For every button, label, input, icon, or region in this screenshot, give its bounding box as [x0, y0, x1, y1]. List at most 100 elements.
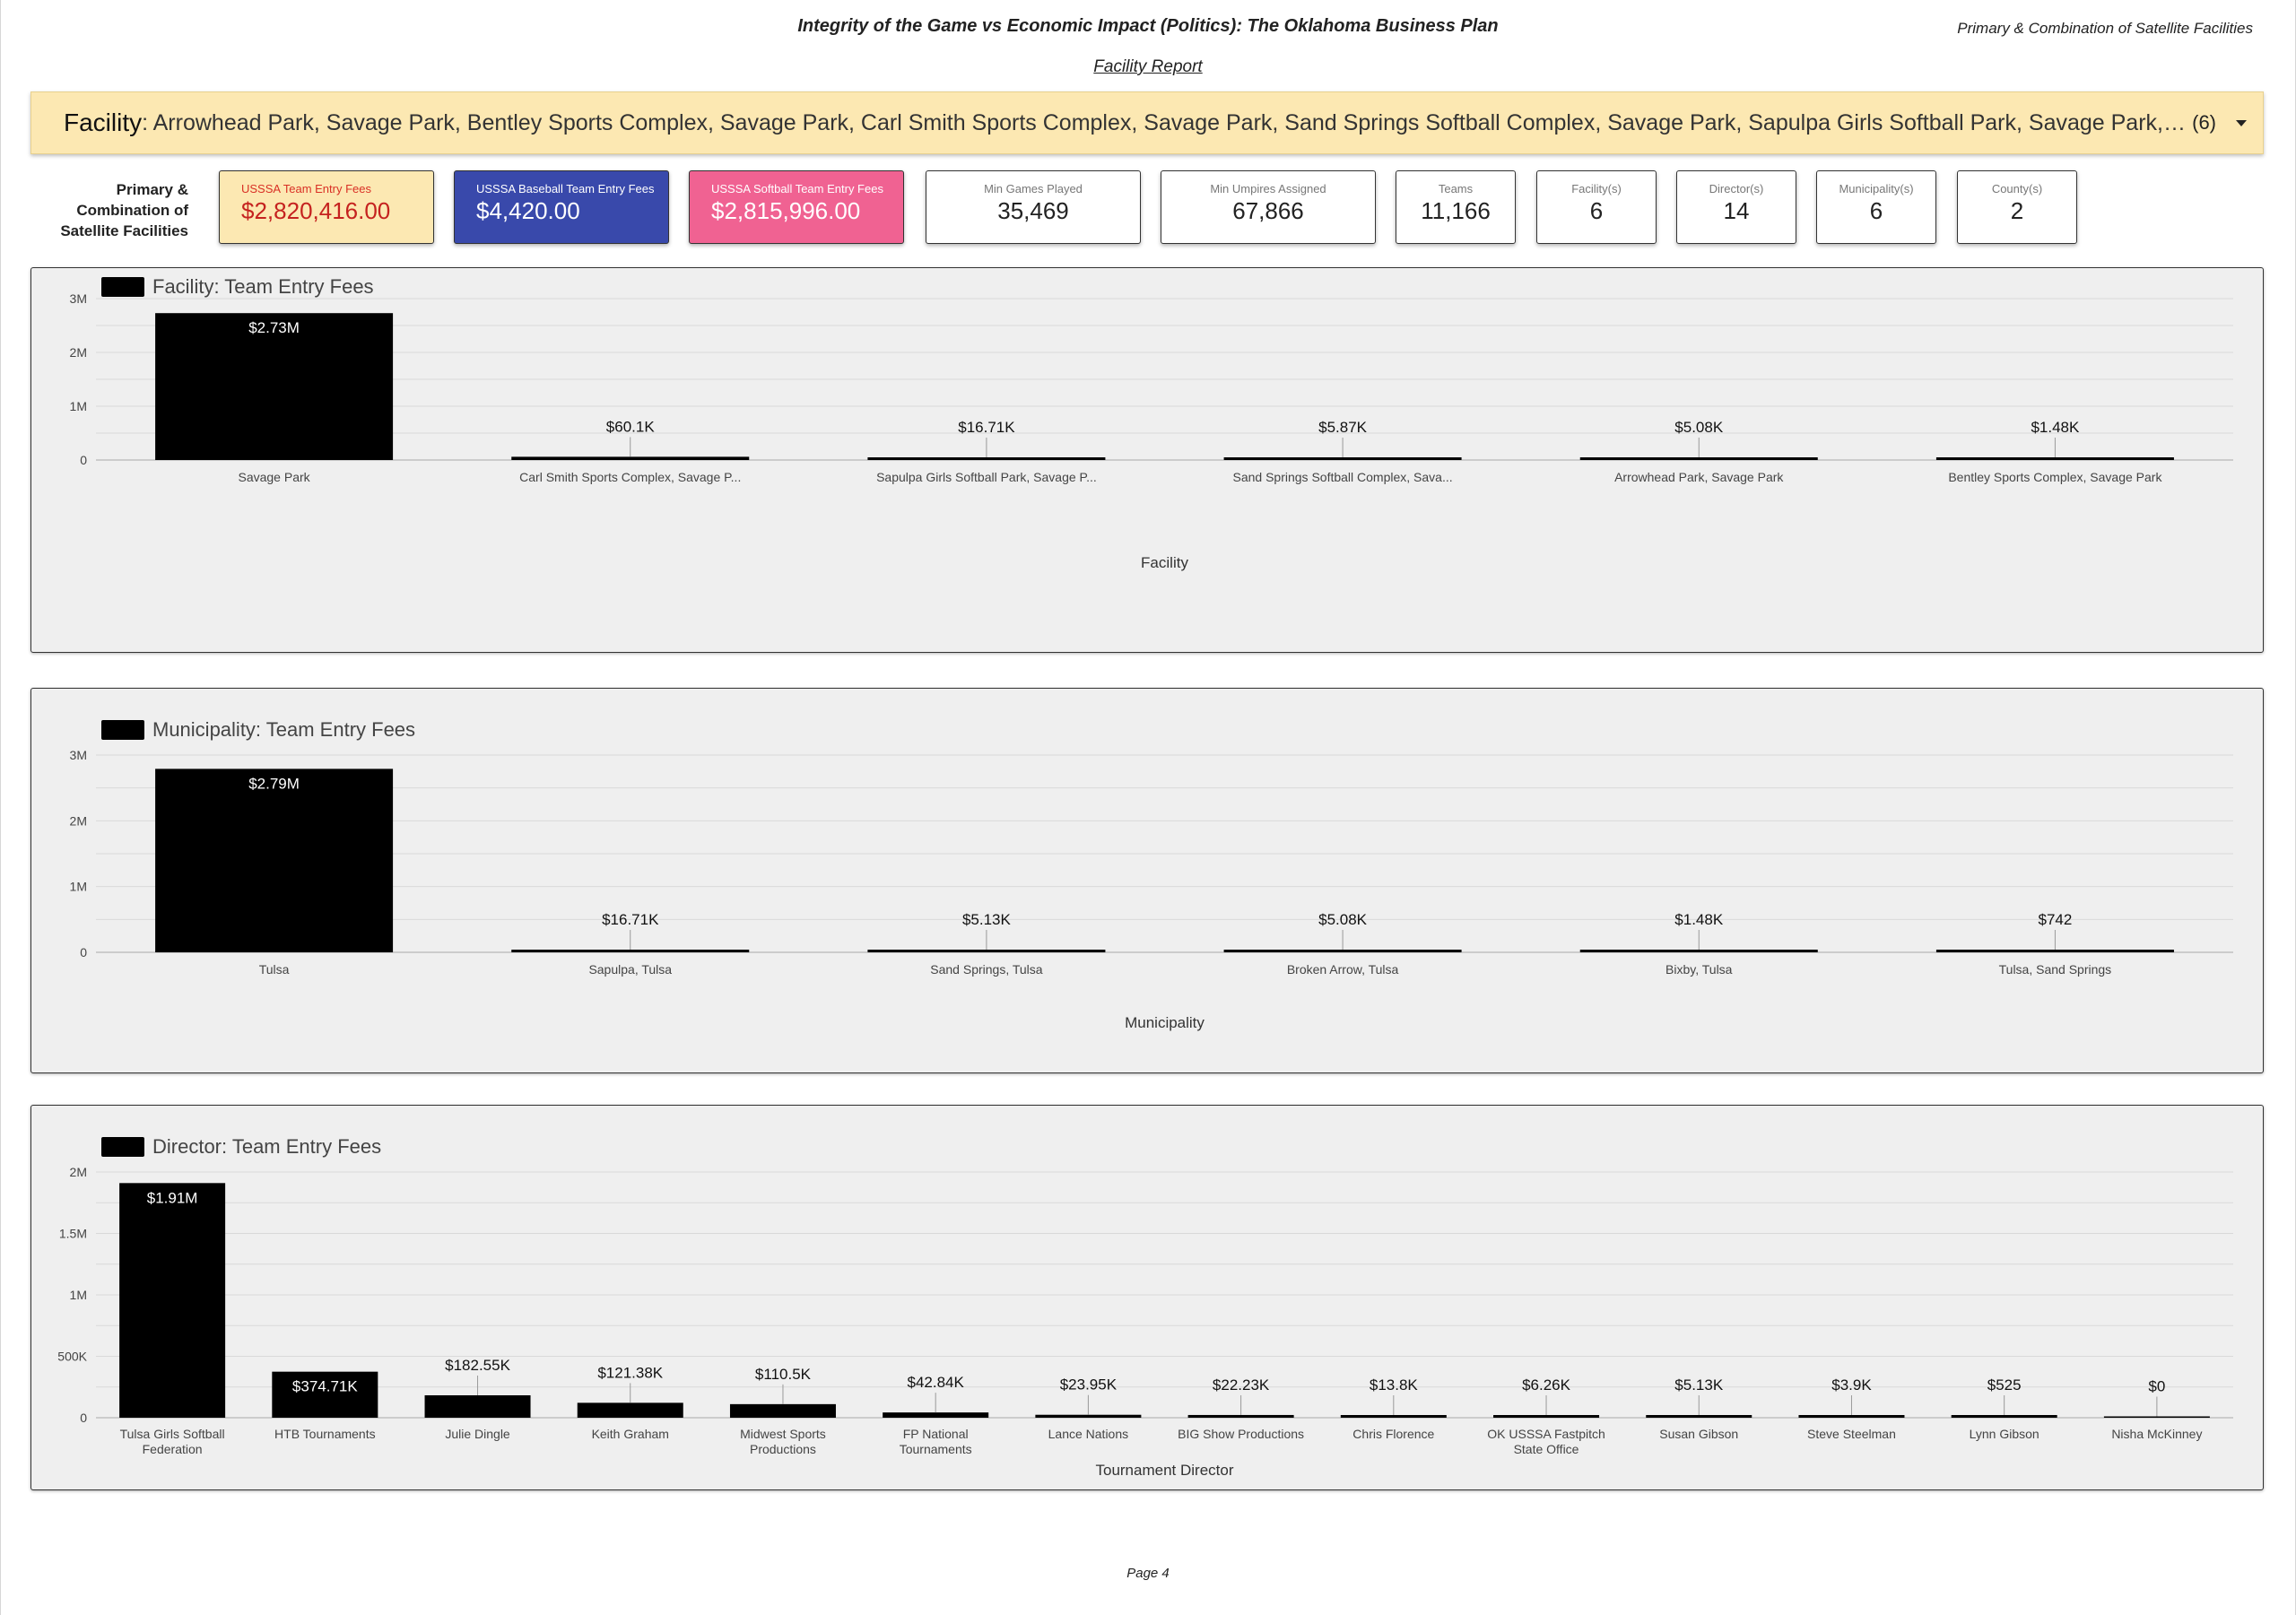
- bar: [867, 457, 1106, 460]
- side-label-line3: Satellite Facilities: [60, 222, 188, 239]
- bar: [867, 950, 1106, 952]
- kpi-label: USSSA Softball Team Entry Fees: [711, 182, 883, 195]
- kpi-directors: Director(s) 14: [1676, 170, 1796, 244]
- x-axis-title: Tournament Director: [1095, 1462, 1233, 1479]
- x-tick-label: Chris Florence: [1352, 1427, 1434, 1441]
- y-tick-label: 1.5M: [59, 1227, 87, 1241]
- kpi-value: 14: [1723, 197, 1750, 224]
- data-label: $13.8K: [1370, 1376, 1419, 1394]
- data-label: $374.71K: [292, 1378, 358, 1395]
- x-tick-label: Steve Steelman: [1807, 1427, 1896, 1441]
- kpi-value: 67,866: [1232, 197, 1304, 224]
- x-tick-label-line: Federation: [143, 1442, 203, 1456]
- bar: [119, 1183, 226, 1418]
- x-tick-label-line: FP National: [903, 1427, 969, 1441]
- x-tick-label: Tulsa: [259, 962, 290, 977]
- data-label: $23.95K: [1060, 1376, 1118, 1394]
- y-tick-label: 0: [80, 453, 87, 467]
- kpi-value: 6: [1589, 197, 1604, 224]
- y-tick-label: 3M: [70, 291, 87, 306]
- bar: [1798, 1415, 1905, 1418]
- x-tick-label-line: Steve Steelman: [1807, 1427, 1896, 1441]
- x-tick-label-line: Lynn Gibson: [1970, 1427, 2039, 1441]
- bar: [1935, 950, 2174, 952]
- bar: [883, 1412, 989, 1418]
- report-title: Integrity of the Game vs Economic Impact…: [797, 16, 1499, 36]
- x-tick-label: Sand Springs, Tulsa: [930, 962, 1043, 977]
- director-chart-panel: Director: Team Entry Fees 0 500K 1M 1.5M 2M $1…: [30, 1105, 2264, 1490]
- data-label: $16.71K: [958, 419, 1015, 436]
- municipality-chart-panel: Municipality: Team Entry Fees 0 1M 2M 3M $2.7…: [30, 688, 2264, 1073]
- facility-report-link[interactable]: Facility Report: [0, 57, 2296, 77]
- x-tick-label: Tulsa Girls Softball Federation: [120, 1427, 225, 1456]
- kpi-teams: Teams 11,166: [1396, 170, 1516, 244]
- data-label: $5.87K: [1318, 419, 1368, 436]
- x-tick-label: Bixby, Tulsa: [1665, 962, 1733, 977]
- x-tick-label: Sand Springs Softball Complex, Sava...: [1233, 470, 1453, 484]
- kpi-facilities: Facility(s) 6: [1536, 170, 1657, 244]
- bar: [2103, 1416, 2210, 1418]
- x-tick-label-line: Julie Dingle: [445, 1427, 510, 1441]
- x-tick-label: Susan Gibson: [1659, 1427, 1738, 1441]
- data-label: $16.71K: [602, 911, 659, 928]
- x-tick-label-line: State Office: [1514, 1442, 1579, 1456]
- x-tick-label-line: OK USSSA Fastpitch: [1487, 1427, 1605, 1441]
- data-label: $1.91M: [147, 1189, 198, 1206]
- x-tick-label-line: Midwest Sports: [740, 1427, 826, 1441]
- bar: [155, 768, 394, 952]
- kpi-min-games: Min Games Played 35,469: [926, 170, 1141, 244]
- bar: [1187, 1414, 1294, 1418]
- kpi-value: 6: [1869, 197, 1883, 224]
- data-label: $5.13K: [1674, 1376, 1724, 1394]
- x-tick-label: Tulsa, Sand Springs: [1999, 962, 2112, 977]
- bar: [1223, 457, 1462, 460]
- filter-label: Facility: [64, 109, 143, 136]
- bar: [1340, 1415, 1447, 1418]
- facility-filter[interactable]: Facility : Arrowhead Park, Savage Park, …: [30, 91, 2264, 154]
- bar: [424, 1394, 531, 1418]
- data-label: $110.5K: [755, 1366, 812, 1383]
- kpi-label: Min Games Played: [984, 182, 1083, 195]
- data-label: $3.9K: [1831, 1376, 1872, 1394]
- bar: [511, 456, 750, 460]
- municipality-bar-chart: Municipality: Team Entry Fees 0 1M 2M 3M $2.7…: [70, 718, 2233, 1031]
- legend-swatch: [101, 1137, 144, 1157]
- x-tick-label-line: Productions: [750, 1442, 816, 1456]
- kpi-value: 35,469: [997, 197, 1069, 224]
- dropdown-caret-icon[interactable]: [2236, 119, 2248, 126]
- x-tick-label-line: HTB Tournaments: [274, 1427, 376, 1441]
- data-label: $6.26K: [1522, 1376, 1571, 1394]
- x-tick-label-line: BIG Show Productions: [1178, 1427, 1304, 1441]
- data-label: $60.1K: [606, 418, 656, 435]
- filter-value: : Arrowhead Park, Savage Park, Bentley S…: [142, 109, 2187, 135]
- x-tick-label: Broken Arrow, Tulsa: [1287, 962, 1399, 977]
- data-label: $525: [1987, 1376, 2022, 1394]
- x-tick-label-line: Tulsa Girls Softball: [120, 1427, 225, 1441]
- x-tick-label: Nisha McKinney: [2111, 1427, 2202, 1441]
- bar: [1646, 1415, 1752, 1418]
- y-tick-label: 500K: [57, 1350, 87, 1364]
- x-tick-label: Lynn Gibson: [1970, 1427, 2039, 1441]
- kpi-entry-fees: USSSA Team Entry Fees $2,820,416.00: [219, 170, 434, 244]
- bar: [577, 1402, 683, 1418]
- bar: [1493, 1415, 1600, 1418]
- side-label-line1: Primary &: [116, 181, 188, 198]
- y-tick-label: 3M: [70, 748, 87, 762]
- kpi-label: Municipality(s): [1839, 182, 1914, 195]
- kpi-label: Facility(s): [1571, 182, 1622, 195]
- kpi-value: $2,820,416.00: [241, 197, 391, 224]
- page-number: Page 4: [1126, 1566, 1170, 1581]
- x-axis-title: Facility: [1141, 554, 1188, 571]
- x-tick-label: Midwest Sports Productions: [740, 1427, 826, 1456]
- legend-swatch: [101, 720, 144, 740]
- data-label: $22.23K: [1213, 1376, 1270, 1394]
- data-label: $2.73M: [248, 319, 300, 336]
- y-tick-label: 1M: [70, 399, 87, 413]
- x-tick-label-line: Lance Nations: [1048, 1427, 1129, 1441]
- bar: [1579, 950, 1818, 952]
- legend-label: Municipality: Team Entry Fees: [152, 718, 415, 741]
- x-tick-label: Lance Nations: [1048, 1427, 1129, 1441]
- x-tick-label: HTB Tournaments: [274, 1427, 376, 1441]
- kpi-value: 11,166: [1421, 197, 1491, 224]
- kpi-municipalities: Municipality(s) 6: [1816, 170, 1936, 244]
